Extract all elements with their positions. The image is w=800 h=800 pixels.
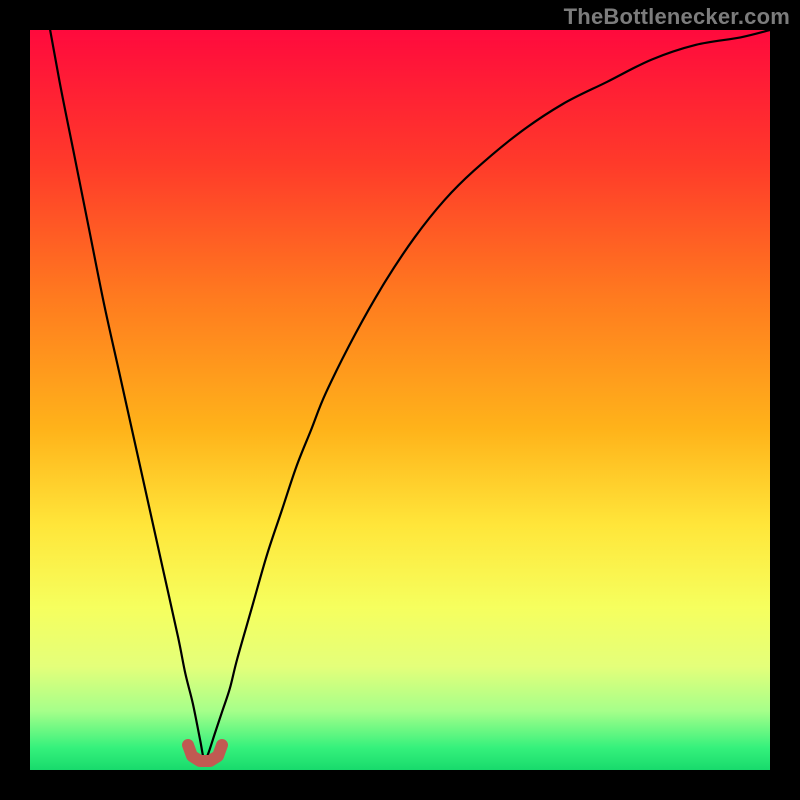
watermark-text: TheBottlenecker.com: [564, 4, 790, 30]
curve-svg: [30, 30, 770, 770]
chart-plot-area: [30, 30, 770, 770]
curve-min-marker: [188, 745, 222, 761]
app-stage: TheBottlenecker.com: [0, 0, 800, 800]
bottleneck-curve: [30, 30, 770, 760]
